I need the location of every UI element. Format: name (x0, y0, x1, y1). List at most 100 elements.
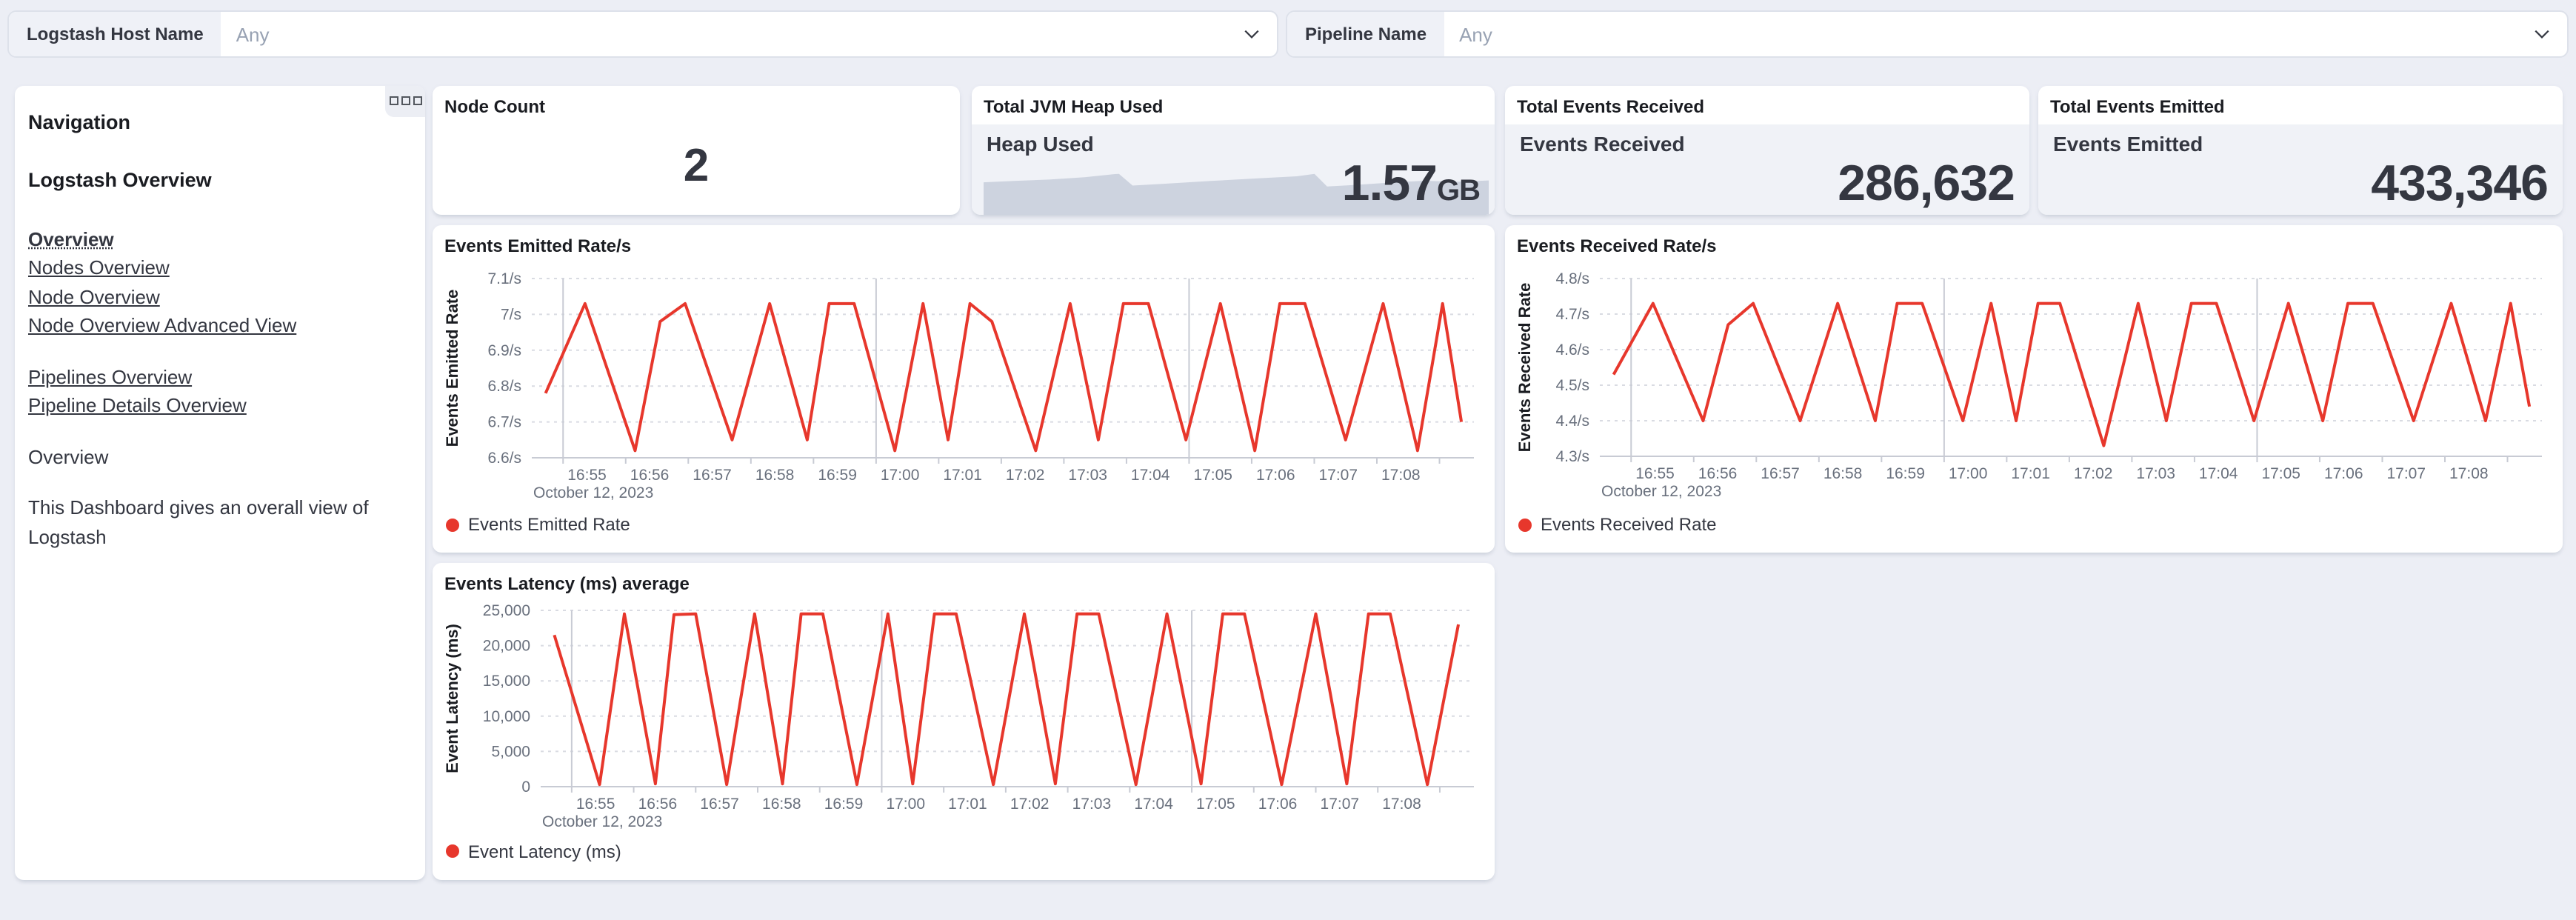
nav-link-pipelines-overview[interactable]: Pipelines Overview (28, 362, 410, 391)
panel-title: Events Latency (ms) average (444, 573, 690, 594)
svg-text:16:58: 16:58 (762, 796, 801, 813)
legend-label: Events Emitted Rate (468, 514, 630, 535)
svg-text:17:02: 17:02 (2074, 465, 2113, 482)
svg-text:15,000: 15,000 (483, 673, 530, 690)
svg-text:16:58: 16:58 (755, 467, 795, 484)
svg-text:16:57: 16:57 (1761, 465, 1800, 482)
svg-text:17:06: 17:06 (2324, 465, 2363, 482)
metric-label: Heap Used (987, 131, 1094, 155)
pipeline-name-filter[interactable]: Pipeline Name Any (1286, 10, 2569, 58)
svg-text:16:59: 16:59 (818, 467, 857, 484)
legend-events-emitted-rate[interactable]: Events Emitted Rate (446, 514, 630, 535)
jvm-heap-panel: Total JVM Heap Used Heap Used 1.57GB (972, 85, 1495, 215)
events-received-rate-chart: 4.8/s 4.7/s 4.6/s 4.5/s 4.4/s 4.3/s 16:55 16:56… (1505, 225, 2563, 553)
svg-text:17:02: 17:02 (1010, 796, 1050, 813)
svg-text:16:55: 16:55 (1635, 465, 1675, 482)
legend-event-latency[interactable]: Event Latency (ms) (446, 841, 621, 861)
svg-text:17:06: 17:06 (1258, 796, 1298, 813)
svg-text:17:05: 17:05 (1196, 796, 1235, 813)
svg-text:17:04: 17:04 (1134, 796, 1173, 813)
metric-label: Events Received (1520, 131, 1685, 155)
panel-title: Total Events Emitted (2050, 96, 2225, 116)
chevron-down-icon (1241, 24, 1277, 44)
svg-text:17:03: 17:03 (2136, 465, 2175, 482)
nav-subheading: Logstash Overview (28, 169, 212, 191)
svg-text:17:08: 17:08 (1382, 796, 1421, 813)
svg-text:20,000: 20,000 (483, 638, 530, 655)
svg-text:17:03: 17:03 (1068, 467, 1107, 484)
svg-text:16:55: 16:55 (567, 467, 607, 484)
panel-options-icon (389, 96, 398, 105)
svg-text:17:04: 17:04 (1131, 467, 1170, 484)
events-latency-panel: Events Latency (ms) average 25,000 20,000… (433, 563, 1495, 879)
events-emitted-rate-chart: 7.1/s 7/s 6.9/s 6.8/s 6.7/s 6.6/s 16:55 16:56 16… (433, 225, 1495, 553)
svg-text:6.8/s: 6.8/s (487, 378, 521, 395)
legend-dot-icon (1518, 518, 1532, 531)
metric-value: 433,346 (2371, 156, 2549, 212)
legend-dot-icon (446, 518, 459, 531)
svg-text:0: 0 (521, 779, 530, 796)
nav-link-node-overview[interactable]: Node Overview (28, 282, 410, 311)
svg-text:10,000: 10,000 (483, 708, 530, 725)
svg-text:4.7/s: 4.7/s (1555, 306, 1589, 323)
metric-value: 1.57GB (1341, 156, 1481, 212)
svg-text:4.3/s: 4.3/s (1555, 448, 1589, 465)
svg-text:4.4/s: 4.4/s (1555, 413, 1589, 430)
heap-used-metric: Heap Used 1.57GB (972, 124, 1495, 215)
events-emitted-metric: Events Emitted 433,346 (2038, 124, 2563, 215)
svg-text:6.9/s: 6.9/s (487, 342, 521, 359)
svg-text:17:01: 17:01 (2011, 465, 2050, 482)
nav-links-secondary: Pipelines Overview Pipeline Details Over… (28, 362, 410, 420)
svg-text:4.6/s: 4.6/s (1555, 341, 1589, 359)
svg-text:4.5/s: 4.5/s (1555, 377, 1589, 394)
legend-label: Events Received Rate (1541, 514, 1717, 535)
filter-value: Any (1459, 23, 1492, 45)
svg-text:16:55: 16:55 (576, 796, 615, 813)
svg-text:October 12, 2023: October 12, 2023 (542, 813, 662, 830)
svg-text:17:08: 17:08 (1381, 467, 1421, 484)
events-received-rate-panel: Events Received Rate/s 4.8/s 4.7/s 4.6/s 4.… (1505, 225, 2563, 553)
legend-dot-icon (446, 844, 459, 858)
nav-heading: Navigation (28, 110, 131, 133)
panel-title: Node Count (444, 96, 545, 116)
svg-text:4.8/s: 4.8/s (1555, 270, 1589, 287)
logstash-host-name-filter[interactable]: Logstash Host Name Any (7, 10, 1278, 58)
svg-text:6.7/s: 6.7/s (487, 414, 521, 431)
svg-text:17:06: 17:06 (1256, 467, 1295, 484)
navigation-panel: Navigation Logstash Overview Overview No… (15, 85, 425, 879)
svg-text:16:56: 16:56 (1698, 465, 1738, 482)
svg-text:17:03: 17:03 (1072, 796, 1112, 813)
svg-text:16:56: 16:56 (630, 467, 670, 484)
svg-text:17:02: 17:02 (1006, 467, 1045, 484)
svg-text:17:05: 17:05 (2261, 465, 2300, 482)
metric-value: 286,632 (1838, 156, 2015, 212)
nav-links-primary: Overview Nodes Overview Node Overview No… (28, 224, 410, 340)
legend-events-received-rate[interactable]: Events Received Rate (1518, 514, 1716, 535)
panel-title: Total JVM Heap Used (984, 96, 1164, 116)
svg-text:7/s: 7/s (501, 306, 521, 323)
panel-title: Total Events Received (1517, 96, 1704, 116)
metric-label: Events Emitted (2053, 131, 2203, 155)
svg-text:16:59: 16:59 (1886, 465, 1925, 482)
svg-text:17:07: 17:07 (1318, 467, 1358, 484)
svg-text:16:56: 16:56 (638, 796, 678, 813)
svg-text:17:00: 17:00 (886, 796, 925, 813)
panel-options-button[interactable] (385, 85, 425, 116)
svg-text:17:08: 17:08 (2449, 465, 2489, 482)
panel-title: Events Emitted Rate/s (444, 236, 632, 256)
nav-link-overview[interactable]: Overview (28, 224, 410, 253)
nav-link-node-overview-advanced[interactable]: Node Overview Advanced View (28, 311, 410, 340)
nav-link-nodes-overview[interactable]: Nodes Overview (28, 253, 410, 282)
filter-label: Logstash Host Name (9, 12, 221, 56)
svg-text:5,000: 5,000 (491, 743, 530, 760)
events-emitted-rate-panel: Events Emitted Rate/s 7.1/s 7/s 6.9/s 6.8/s… (433, 225, 1495, 553)
svg-text:17:07: 17:07 (1321, 796, 1360, 813)
events-emitted-panel: Total Events Emitted Events Emitted 433,… (2038, 85, 2563, 215)
nav-description: This Dashboard gives an overall view of … (28, 496, 369, 547)
events-received-panel: Total Events Received Events Received 28… (1505, 85, 2029, 215)
node-count-panel: Node Count 2 (433, 85, 960, 215)
filter-value: Any (236, 23, 270, 45)
nav-section-title: Overview (28, 445, 109, 467)
svg-text:Events Emitted Rate: Events Emitted Rate (443, 290, 461, 447)
nav-link-pipeline-details-overview[interactable]: Pipeline Details Overview (28, 391, 410, 420)
